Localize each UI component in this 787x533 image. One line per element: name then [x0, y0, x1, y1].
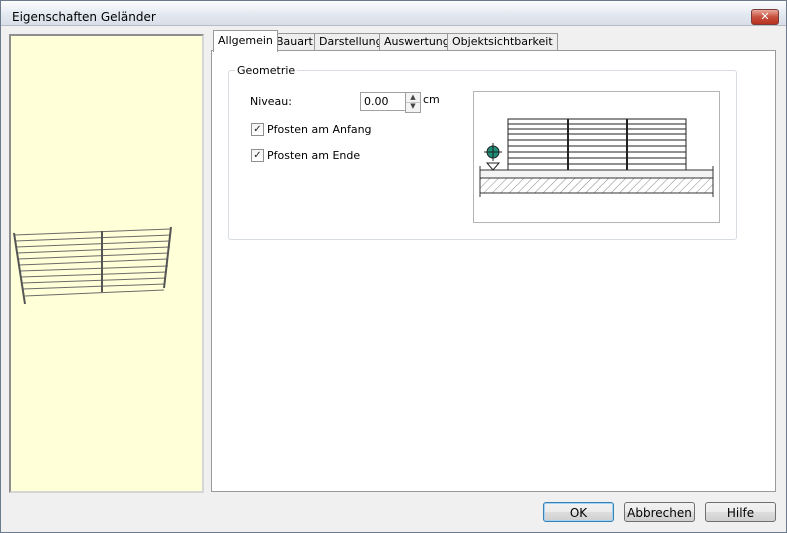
- pfosten-anfang-label[interactable]: Pfosten am Anfang: [267, 123, 372, 136]
- tab-panel-allgemein: Geometrie Niveau: 0.00 ▲ ▼ cm ✓ Pfosten …: [211, 50, 776, 492]
- floor-slab: [479, 166, 714, 197]
- close-icon: ✕: [760, 10, 770, 23]
- cancel-button[interactable]: Abbrechen: [624, 502, 695, 522]
- title-bar[interactable]: Eigenschaften Geländer ✕: [1, 1, 786, 26]
- pfosten-anfang-checkbox[interactable]: ✓: [251, 123, 264, 136]
- railing-elevation: [507, 118, 687, 171]
- railing-3d-preview: [13, 226, 172, 305]
- tab-darstellung[interactable]: Darstellung: [314, 33, 388, 50]
- geometry-group-label: Geometrie: [235, 64, 298, 77]
- niveau-spinner[interactable]: ▲ ▼: [405, 92, 421, 113]
- niveau-input[interactable]: 0.00: [360, 92, 409, 111]
- ok-button[interactable]: OK: [543, 502, 614, 522]
- tab-auswertung[interactable]: Auswertung: [379, 33, 455, 50]
- niveau-unit: cm: [423, 93, 440, 106]
- railing-section-diagram: [473, 91, 720, 223]
- tab-allgemein[interactable]: Allgemein: [213, 30, 278, 52]
- level-marker-icon: [484, 143, 502, 171]
- help-button[interactable]: Hilfe: [705, 502, 776, 522]
- niveau-label: Niveau:: [250, 95, 292, 108]
- tab-objektsichtbarkeit[interactable]: Objektsichtbarkeit: [447, 33, 558, 50]
- spin-down-icon[interactable]: ▼: [406, 102, 420, 111]
- pfosten-ende-checkbox[interactable]: ✓: [251, 149, 264, 162]
- tab-bauart[interactable]: Bauart: [271, 33, 318, 50]
- window-title: Eigenschaften Geländer: [12, 10, 156, 24]
- close-button[interactable]: ✕: [751, 9, 779, 25]
- pfosten-ende-label[interactable]: Pfosten am Ende: [267, 149, 360, 162]
- dialog-window: Eigenschaften Geländer ✕ Allgemein Bauar…: [0, 0, 787, 533]
- 3d-preview-pane[interactable]: [9, 34, 204, 493]
